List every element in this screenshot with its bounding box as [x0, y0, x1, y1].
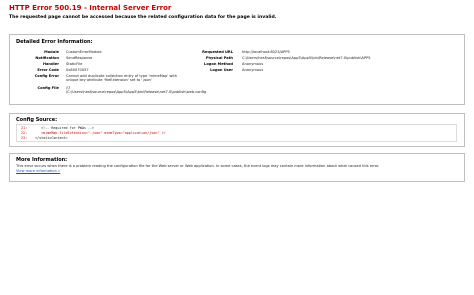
detail-label: Config Error: [34, 74, 59, 78]
detail-value: Cannot add duplicate collection entry of…: [66, 74, 178, 83]
code-line-text: </staticContent>: [35, 136, 68, 140]
code-line-text: <!-- Required for PWAs -->: [41, 126, 95, 130]
more-information-heading: More Information:: [16, 157, 68, 163]
detail-label: Handler: [42, 62, 59, 66]
code-line: 23: </staticContent>: [21, 136, 68, 140]
detail-value: StaticFile: [66, 62, 83, 66]
detail-value: \\?\C:\Users\hesf\source\repos\App5\App5…: [66, 86, 207, 95]
code-line-text: <mimeMap fileExtension=".json" mimeType=…: [41, 131, 166, 135]
error-title: HTTP Error 500.19 - Internal Server Erro…: [9, 4, 172, 12]
detail-value: http://localhost:8023/APP5: [242, 50, 290, 54]
detail-label: Logon User: [210, 68, 233, 72]
code-line-number: 22:: [21, 131, 28, 135]
detail-value: CustomErrorModule: [66, 50, 102, 54]
detail-label: Error Code: [37, 68, 59, 72]
config-source-heading: Config Source:: [16, 117, 58, 123]
more-information-text: This error occurs when there is a proble…: [16, 164, 380, 168]
view-more-information-link[interactable]: View more information »: [16, 169, 60, 173]
detailed-error-panel: Detailed Error Information: Module Custo…: [9, 34, 465, 105]
detail-label: Requested URL: [202, 50, 233, 54]
config-source-panel: Config Source: 21: <!-- Required for PWAs…: [9, 113, 465, 147]
code-line: 21: <!-- Required for PWAs -->: [21, 126, 94, 130]
code-line-highlighted: 22: <mimeMap fileExtension=".json" mimeTy…: [21, 131, 166, 135]
detail-label: Physical Path: [205, 56, 233, 60]
detail-value: Anonymous: [242, 68, 264, 72]
more-information-panel: More Information: This error occurs when…: [9, 153, 465, 182]
detail-value: 0x80070057: [66, 68, 89, 72]
detail-label: Notification: [35, 56, 59, 60]
detail-label: Config File: [37, 86, 59, 90]
detail-label: Logon Method: [204, 62, 233, 66]
code-line-number: 21:: [21, 126, 28, 130]
detail-label: Module: [44, 50, 59, 54]
config-source-code: 21: <!-- Required for PWAs --> 22: <mimeMa…: [16, 124, 457, 142]
code-line-number: 23:: [21, 136, 28, 140]
detail-value: Anonymous: [242, 62, 264, 66]
detail-value: SendResponse: [66, 56, 93, 60]
detail-value: C:\Users\hesf\source\repos\App5\App5\bin…: [242, 56, 371, 60]
error-subtitle: The requested page cannot be accessed be…: [9, 15, 277, 20]
detailed-error-heading: Detailed Error Information:: [16, 39, 93, 45]
